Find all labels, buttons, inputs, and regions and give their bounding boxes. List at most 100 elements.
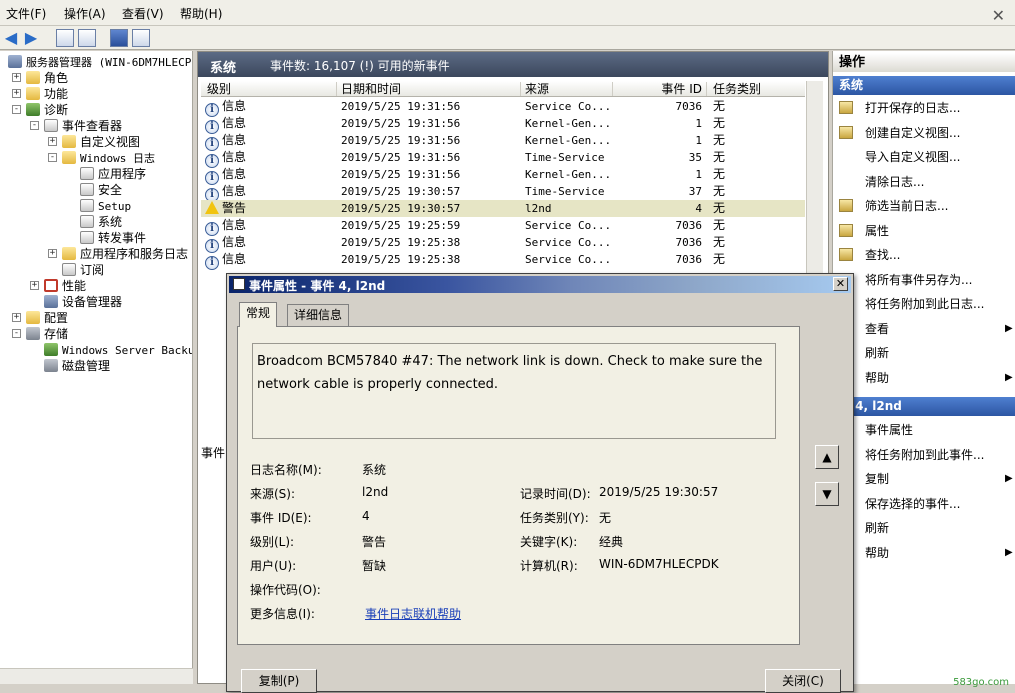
tree-node[interactable]: - Windows 日志: [48, 150, 155, 166]
actions-section-system[interactable]: 系统: [833, 76, 1015, 95]
tree-node[interactable]: 安全: [80, 182, 122, 198]
log-icon: [80, 215, 94, 228]
col-level[interactable]: 级别: [207, 82, 337, 96]
action-item[interactable]: 事件属性: [839, 420, 913, 440]
tree-node[interactable]: - 事件查看器: [30, 118, 122, 134]
table-row[interactable]: i 信息 2019/5/25 19:25:38 Service Co... 7036 无: [201, 234, 805, 253]
table-row[interactable]: i 信息 2019/5/25 19:31:56 Time-Service 35 无: [201, 149, 805, 168]
tree-node[interactable]: Setup: [80, 198, 131, 214]
tree-node[interactable]: + 自定义视图: [48, 134, 140, 150]
table-row[interactable]: i 信息 2019/5/25 19:31:56 Kernel-Gen... 1 无: [201, 132, 805, 151]
cell-task: 无: [713, 150, 726, 164]
online-help-link[interactable]: 事件日志联机帮助: [365, 605, 461, 622]
previous-event-button[interactable]: ▲: [815, 445, 839, 469]
tree-node[interactable]: 磁盘管理: [44, 358, 110, 374]
tree-node[interactable]: 系统: [80, 214, 122, 230]
menu-help[interactable]: 帮助(H): [180, 5, 222, 22]
properties-icon: [839, 223, 853, 237]
menu-file[interactable]: 文件(F): [6, 5, 46, 22]
action-item[interactable]: 将任务附加到此日志...: [865, 294, 984, 314]
tree-horizontal-scrollbar[interactable]: [0, 668, 193, 684]
action-item[interactable]: 创建自定义视图...: [839, 123, 960, 143]
tree-node[interactable]: 转发事件: [80, 230, 146, 246]
action-item[interactable]: 复制 ▶: [839, 469, 1013, 489]
collapse-icon[interactable]: -: [30, 121, 39, 130]
show-hide-action-pane-icon[interactable]: [132, 29, 150, 47]
tab-details[interactable]: 详细信息: [287, 304, 350, 326]
menu-bar: 文件(F) 操作(A) 查看(V) 帮助(H) ✕: [0, 0, 1015, 26]
action-item[interactable]: 将任务附加到此事件...: [839, 445, 984, 465]
tree-node[interactable]: 订阅: [62, 262, 104, 278]
table-row[interactable]: i 信息 2019/5/25 19:30:57 Time-Service 37 无: [201, 183, 805, 202]
expand-icon[interactable]: +: [12, 313, 21, 322]
action-item[interactable]: 属性: [839, 221, 890, 241]
back-icon[interactable]: ◀: [2, 29, 20, 47]
tree-node[interactable]: - 存储: [12, 326, 68, 342]
actions-section-event[interactable]: 件 4, l2nd: [833, 397, 1015, 416]
action-item[interactable]: 查找...: [839, 245, 900, 265]
event-description[interactable]: Broadcom BCM57840 #47: The network link …: [252, 343, 776, 439]
tree-node[interactable]: + 应用程序和服务日志: [48, 246, 188, 262]
tree-node[interactable]: + 性能: [30, 278, 86, 294]
tree-node[interactable]: Windows Server Backup: [44, 342, 192, 358]
tree-node[interactable]: 应用程序: [80, 166, 146, 182]
collapse-icon[interactable]: -: [12, 329, 21, 338]
copy-button[interactable]: 复制(P): [241, 669, 317, 693]
table-row[interactable]: 警告 2019/5/25 19:30:57 l2nd 4 无: [201, 200, 805, 217]
table-row[interactable]: i 信息 2019/5/25 19:25:59 Service Co... 7036 无: [201, 217, 805, 236]
forward-icon[interactable]: ▶: [22, 29, 40, 47]
expand-icon[interactable]: +: [48, 249, 57, 258]
table-row[interactable]: i 信息 2019/5/25 19:31:56 Kernel-Gen... 1 无: [201, 166, 805, 185]
action-item[interactable]: 刷新: [839, 343, 889, 363]
action-item[interactable]: 保存选择的事件...: [839, 494, 960, 514]
dialog-close-button[interactable]: ✕: [833, 277, 848, 291]
collapse-icon[interactable]: -: [48, 153, 57, 162]
toolbar: ◀ ▶: [0, 26, 1015, 50]
dialog-title-bar[interactable]: 事件属性 - 事件 4, l2nd ✕: [229, 276, 851, 293]
action-item[interactable]: 清除日志...: [865, 172, 924, 192]
action-item[interactable]: 刷新: [839, 518, 889, 538]
table-row[interactable]: i 信息 2019/5/25 19:31:56 Service Co... 7036 无: [201, 98, 805, 117]
expand-icon[interactable]: +: [12, 89, 21, 98]
menu-view[interactable]: 查看(V): [122, 5, 164, 22]
tree-node[interactable]: + 功能: [12, 86, 68, 102]
show-hide-tree-icon[interactable]: [78, 29, 96, 47]
action-item[interactable]: 筛选当前日志...: [839, 196, 948, 216]
expand-icon[interactable]: +: [30, 281, 39, 290]
action-item[interactable]: 将所有事件另存为...: [839, 270, 972, 290]
col-date[interactable]: 日期和时间: [341, 82, 521, 96]
next-event-button[interactable]: ▼: [815, 482, 839, 506]
collapse-icon[interactable]: -: [12, 105, 21, 114]
menu-action[interactable]: 操作(A): [64, 5, 106, 22]
action-item[interactable]: 查看 ▶: [865, 319, 1013, 339]
tree-node[interactable]: - 诊断: [12, 102, 68, 118]
tree-node[interactable]: + 配置: [12, 310, 68, 326]
cell-id: 1: [695, 117, 702, 130]
computer-value: WIN-6DM7HLECPDK: [599, 557, 719, 571]
tree-node[interactable]: 服务器管理器 (WIN-6DM7HLECPD: [8, 54, 192, 70]
tree-node[interactable]: 设备管理器: [44, 294, 122, 310]
action-item[interactable]: 打开保存的日志...: [839, 98, 960, 118]
action-item[interactable]: 导入自定义视图...: [865, 147, 960, 167]
tab-general[interactable]: 常规: [239, 302, 278, 327]
table-row[interactable]: i 信息 2019/5/25 19:31:56 Kernel-Gen... 1 无: [201, 115, 805, 134]
close-icon[interactable]: ✕: [992, 6, 1005, 25]
action-item[interactable]: 帮助 ▶: [839, 543, 1013, 563]
cell-id: 37: [688, 185, 702, 198]
folder-icon: [26, 311, 40, 324]
col-task[interactable]: 任务类别: [713, 82, 803, 96]
cell-date: 2019/5/25 19:31:56: [341, 134, 461, 147]
expand-icon[interactable]: +: [48, 137, 57, 146]
action-label: 属性: [865, 223, 890, 238]
cell-level: 警告: [205, 201, 246, 216]
tree-node-label: 设备管理器: [62, 295, 123, 309]
table-row[interactable]: i 信息 2019/5/25 19:25:38 Service Co... 7036 无: [201, 251, 805, 270]
col-event-id[interactable]: 事件 ID: [617, 82, 707, 96]
expand-icon[interactable]: +: [12, 73, 21, 82]
action-item[interactable]: 帮助 ▶: [839, 368, 1013, 388]
col-source[interactable]: 来源: [525, 82, 613, 96]
up-level-icon[interactable]: [56, 29, 74, 47]
tree-node[interactable]: + 角色: [12, 70, 68, 86]
help-icon[interactable]: [110, 29, 128, 47]
close-button[interactable]: 关闭(C): [765, 669, 841, 693]
